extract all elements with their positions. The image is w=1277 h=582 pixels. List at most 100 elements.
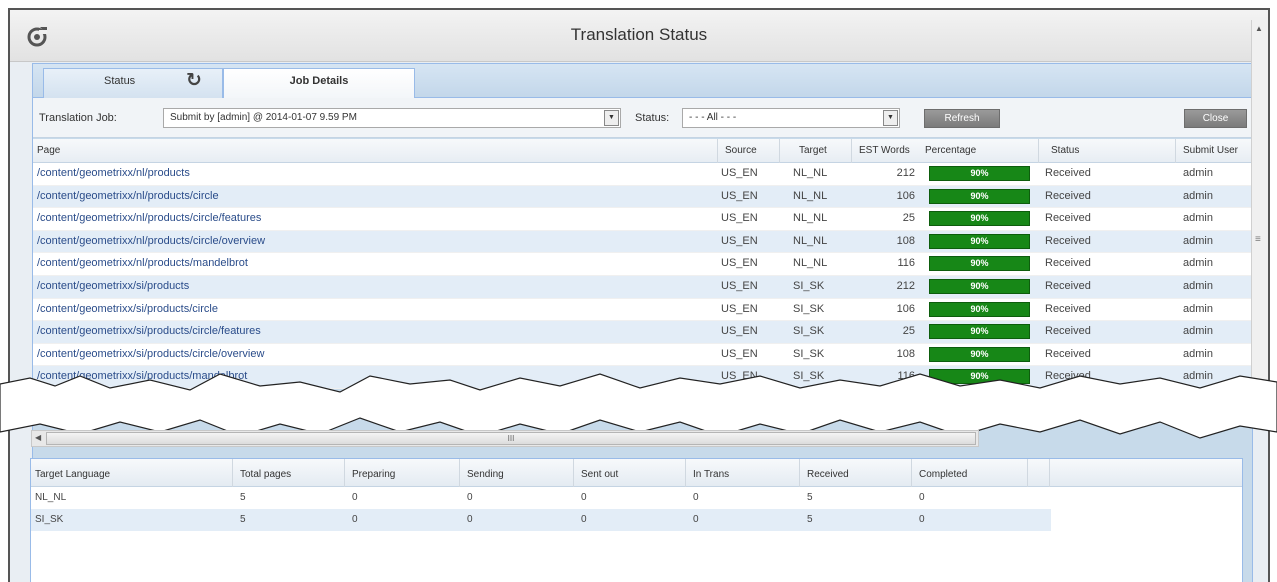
status-cell: Received bbox=[1045, 257, 1091, 270]
toolbar: Translation Job: Submit by [admin] @ 201… bbox=[33, 98, 1252, 138]
table-row[interactable]: /content/geometrixx/nl/products/circle/o… bbox=[33, 230, 1252, 254]
target-cell: NL_NL bbox=[793, 257, 828, 270]
sending-cell: 0 bbox=[467, 514, 473, 525]
est-words-cell: 25 bbox=[902, 212, 915, 225]
summary-row[interactable]: SI_SK 5 0 0 0 0 5 0 bbox=[31, 509, 1051, 531]
source-cell: US_EN bbox=[721, 167, 758, 179]
status-filter-label: Status: bbox=[635, 112, 670, 124]
table-row[interactable]: /content/geometrixx/si/products/circle/f… bbox=[33, 321, 1252, 344]
completed-cell: 0 bbox=[919, 492, 925, 503]
col-percentage[interactable]: Percentage bbox=[925, 145, 976, 156]
col-target-language[interactable]: Target Language bbox=[35, 469, 110, 480]
received-cell: 5 bbox=[807, 514, 813, 525]
col-in-trans[interactable]: In Trans bbox=[693, 469, 729, 480]
table-row[interactable]: /content/geometrixx/nl/products US_EN NL… bbox=[33, 163, 1252, 186]
progress-bar: 90% bbox=[929, 324, 1030, 340]
scroll-thumb[interactable]: III bbox=[46, 432, 976, 445]
user-cell: admin bbox=[1183, 212, 1213, 225]
est-words-cell: 212 bbox=[896, 279, 915, 292]
page-link[interactable]: /content/geometrixx/nl/products/circle/f… bbox=[37, 212, 261, 224]
status-cell: Received bbox=[1045, 302, 1091, 315]
source-cell: US_EN bbox=[721, 325, 758, 338]
close-button[interactable]: Close bbox=[1184, 109, 1247, 128]
target-cell: NL_NL bbox=[793, 234, 828, 247]
target-language-cell: SI_SK bbox=[35, 514, 64, 525]
page-link[interactable]: /content/geometrixx/si/products/circle/o… bbox=[37, 348, 264, 360]
status-cell: Received bbox=[1045, 279, 1091, 292]
total-pages-cell: 5 bbox=[240, 492, 246, 503]
tab-status[interactable]: Status ↻ bbox=[43, 68, 223, 98]
page-link[interactable]: /content/geometrixx/si/products/circle bbox=[37, 303, 218, 315]
chevron-down-icon[interactable]: ▼ bbox=[604, 110, 619, 126]
user-cell: admin bbox=[1183, 279, 1213, 292]
user-cell: admin bbox=[1183, 347, 1213, 360]
summary-grid-header: Target Language Total pages Preparing Se… bbox=[31, 459, 1242, 487]
pages-grid: Page Source Target EST Words Percentage … bbox=[33, 139, 1252, 389]
col-total-pages[interactable]: Total pages bbox=[240, 469, 291, 480]
col-page[interactable]: Page bbox=[37, 145, 60, 156]
status-cell: Received bbox=[1045, 347, 1091, 360]
translation-job-select[interactable]: Submit by [admin] @ 2014-01-07 9.59 PM ▼ bbox=[163, 108, 621, 128]
chevron-down-icon[interactable]: ▼ bbox=[883, 110, 898, 126]
col-sending[interactable]: Sending bbox=[467, 469, 504, 480]
source-cell: US_EN bbox=[721, 347, 758, 360]
summary-row[interactable]: NL_NL 5 0 0 0 0 5 0 bbox=[31, 487, 1051, 509]
progress-bar: 90% bbox=[929, 301, 1030, 317]
user-cell: admin bbox=[1183, 302, 1213, 315]
page-link[interactable]: /content/geometrixx/nl/products bbox=[37, 167, 190, 179]
table-row[interactable]: /content/geometrixx/nl/products/mandelbr… bbox=[33, 253, 1252, 276]
est-words-cell: 106 bbox=[896, 189, 915, 202]
progress-bar: 90% bbox=[929, 166, 1030, 181]
source-cell: US_EN bbox=[721, 302, 758, 315]
page-link[interactable]: /content/geometrixx/nl/products/mandelbr… bbox=[37, 257, 248, 269]
user-cell: admin bbox=[1183, 234, 1213, 247]
progress-bar: 90% bbox=[929, 346, 1030, 362]
col-completed[interactable]: Completed bbox=[919, 469, 967, 480]
tab-status-label: Status bbox=[104, 75, 136, 87]
user-cell: admin bbox=[1183, 189, 1213, 202]
target-cell: SI_SK bbox=[793, 279, 825, 292]
sent-out-cell: 0 bbox=[581, 492, 587, 503]
refresh-button[interactable]: Refresh bbox=[924, 109, 1000, 128]
vertical-scrollbar[interactable]: ▲ ≡ bbox=[1251, 20, 1268, 400]
status-cell: Received bbox=[1045, 212, 1091, 225]
progress-bar: 90% bbox=[929, 188, 1030, 204]
col-preparing[interactable]: Preparing bbox=[352, 469, 395, 480]
horizontal-scrollbar[interactable]: ◀ III bbox=[31, 430, 979, 447]
target-cell: NL_NL bbox=[793, 189, 828, 202]
col-source[interactable]: Source bbox=[725, 145, 757, 156]
table-row[interactable]: /content/geometrixx/nl/products/circle/f… bbox=[33, 208, 1252, 231]
col-submit-user[interactable]: Submit User bbox=[1183, 145, 1238, 156]
col-status[interactable]: Status bbox=[1051, 145, 1079, 156]
col-target[interactable]: Target bbox=[799, 145, 827, 156]
est-words-cell: 212 bbox=[896, 167, 915, 179]
table-row[interactable]: /content/geometrixx/nl/products/circle U… bbox=[33, 185, 1252, 209]
est-words-cell: 108 bbox=[896, 347, 915, 360]
refresh-icon[interactable]: ↻ bbox=[186, 69, 202, 93]
page-link[interactable]: /content/geometrixx/si/products/circle/f… bbox=[37, 325, 261, 337]
table-row[interactable]: /content/geometrixx/si/products US_EN SI… bbox=[33, 275, 1252, 299]
col-est-words[interactable]: EST Words bbox=[859, 145, 910, 156]
scroll-grip-icon[interactable]: ≡ bbox=[1255, 234, 1261, 245]
scroll-up-arrow-icon[interactable]: ▲ bbox=[1255, 24, 1263, 33]
col-received[interactable]: Received bbox=[807, 469, 849, 480]
source-cell: US_EN bbox=[721, 234, 758, 247]
tab-job-details[interactable]: Job Details bbox=[223, 68, 415, 98]
page-link[interactable]: /content/geometrixx/nl/products/circle/o… bbox=[37, 235, 265, 247]
page-link[interactable]: /content/geometrixx/si/products bbox=[37, 280, 189, 292]
page-link[interactable]: /content/geometrixx/nl/products/circle bbox=[37, 190, 219, 202]
col-sent-out[interactable]: Sent out bbox=[581, 469, 618, 480]
status-filter-select[interactable]: - - - All - - - ▼ bbox=[682, 108, 900, 128]
summary-grid: Target Language Total pages Preparing Se… bbox=[30, 458, 1243, 582]
pages-grid-header: Page Source Target EST Words Percentage … bbox=[33, 139, 1252, 163]
sending-cell: 0 bbox=[467, 492, 473, 503]
est-words-cell: 25 bbox=[902, 325, 915, 338]
table-row[interactable]: /content/geometrixx/si/products/circle U… bbox=[33, 298, 1252, 322]
status-cell: Received bbox=[1045, 189, 1091, 202]
scroll-left-arrow-icon[interactable]: ◀ bbox=[35, 433, 41, 442]
preparing-cell: 0 bbox=[352, 514, 358, 525]
tab-strip: Status ↻ Job Details bbox=[33, 64, 1252, 98]
status-cell: Received bbox=[1045, 167, 1091, 179]
target-cell: NL_NL bbox=[793, 167, 828, 179]
in-trans-cell: 0 bbox=[693, 514, 699, 525]
